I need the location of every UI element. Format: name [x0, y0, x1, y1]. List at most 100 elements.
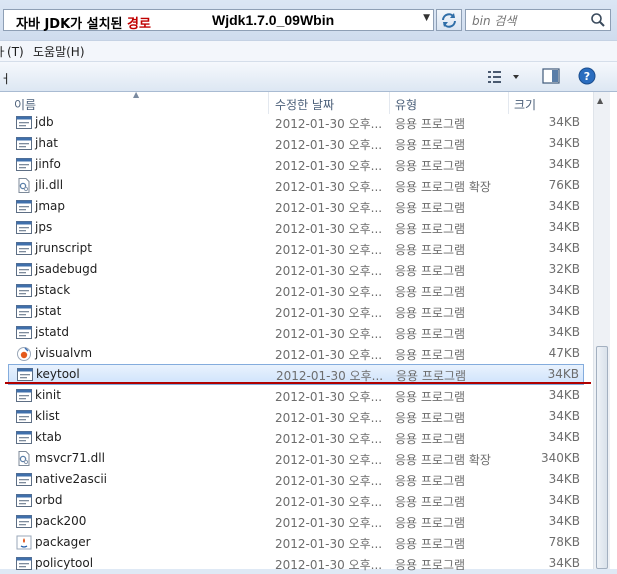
column-header: ▲ 이름 수정한 날짜 유형 크기 — [0, 90, 593, 114]
file-size: 34KB — [548, 472, 580, 486]
file-row[interactable]: klist 2012-01-30 오후... 응용 프로그램 34KB — [0, 406, 593, 427]
exe-icon — [16, 494, 32, 507]
file-name[interactable]: jstat — [35, 304, 61, 318]
file-type: 응용 프로그램 — [395, 327, 466, 341]
file-name[interactable]: jsadebugd — [35, 262, 97, 276]
file-type: 응용 프로그램 — [395, 516, 466, 530]
file-name[interactable]: jli.dll — [35, 178, 63, 192]
file-date: 2012-01-30 오후... — [275, 495, 383, 509]
file-name[interactable]: jvisualvm — [35, 346, 92, 360]
file-date: 2012-01-30 오후... — [275, 201, 383, 215]
column-type[interactable]: 유형 — [395, 96, 417, 113]
file-type: 응용 프로그램 — [395, 432, 466, 446]
refresh-button[interactable] — [436, 9, 462, 31]
file-row[interactable]: jstack 2012-01-30 오후... 응용 프로그램 34KB — [0, 280, 593, 301]
file-name[interactable]: jstatd — [35, 325, 69, 339]
file-row[interactable]: pack200 2012-01-30 오후... 응용 프로그램 34KB — [0, 511, 593, 532]
search-icon[interactable] — [590, 12, 606, 28]
menu-bar: ㅏ(T) 도움말(H) — [0, 40, 617, 62]
file-type: 응용 프로그램 — [395, 285, 466, 299]
exe-icon — [16, 137, 32, 150]
scroll-up-icon[interactable]: ▲ — [597, 96, 603, 105]
file-size: 34KB — [548, 409, 580, 423]
file-row[interactable]: jvisualvm 2012-01-30 오후... 응용 프로그램 47KB — [0, 343, 593, 364]
file-name[interactable]: jmap — [35, 199, 65, 213]
menu-tools[interactable]: ㅏ(T) — [0, 43, 24, 60]
file-size: 34KB — [548, 199, 580, 213]
preview-pane-icon[interactable] — [542, 68, 560, 84]
exe-icon — [16, 284, 32, 297]
file-date: 2012-01-30 오후... — [275, 138, 383, 152]
file-name[interactable]: native2ascii — [35, 472, 107, 486]
file-row[interactable]: kinit 2012-01-30 오후... 응용 프로그램 34KB — [0, 385, 593, 406]
address-bar[interactable]: 자바 JDK가 설치된 경로 Wjdk1.7.0_09Wbin ▼ — [3, 9, 434, 32]
file-row[interactable]: msvcr71.dll 2012-01-30 오후... 응용 프로그램 확장 340… — [0, 448, 593, 469]
file-name[interactable]: packager — [35, 535, 91, 549]
file-size: 47KB — [548, 346, 580, 360]
file-row[interactable]: packager 2012-01-30 오후... 응용 프로그램 78KB — [0, 532, 593, 553]
file-size: 32KB — [548, 262, 580, 276]
address-path[interactable]: Wjdk1.7.0_09Wbin — [212, 12, 334, 28]
file-date: 2012-01-30 오후... — [275, 537, 383, 551]
file-date: 2012-01-30 오후... — [275, 285, 383, 299]
file-size: 34KB — [547, 367, 579, 381]
file-row[interactable]: jstat 2012-01-30 오후... 응용 프로그램 34KB — [0, 301, 593, 322]
search-box[interactable] — [465, 9, 611, 31]
chevron-down-icon[interactable]: ▼ — [423, 13, 430, 23]
file-row[interactable]: native2ascii 2012-01-30 오후... 응용 프로그램 34KB — [0, 469, 593, 490]
vertical-scrollbar[interactable]: ▲ — [593, 92, 610, 569]
file-name[interactable]: kinit — [35, 388, 61, 402]
toolbar-partial-item[interactable]: ㅓ — [0, 70, 11, 87]
file-name[interactable]: policytool — [35, 556, 93, 570]
column-name[interactable]: 이름 — [14, 96, 36, 113]
file-type: 응용 프로그램 — [395, 411, 466, 425]
file-name[interactable]: orbd — [35, 493, 63, 507]
file-name[interactable]: ktab — [35, 430, 62, 444]
exe-icon — [16, 410, 32, 423]
scrollbar-thumb[interactable] — [596, 346, 608, 569]
file-row[interactable]: jinfo 2012-01-30 오후... 응용 프로그램 34KB — [0, 154, 593, 175]
file-name[interactable]: jps — [35, 220, 52, 234]
file-name[interactable]: jstack — [35, 283, 70, 297]
file-row[interactable]: orbd 2012-01-30 오후... 응용 프로그램 34KB — [0, 490, 593, 511]
menu-help[interactable]: 도움말(H) — [33, 43, 85, 60]
exe-icon — [16, 242, 32, 255]
view-options-icon[interactable] — [487, 69, 521, 85]
file-type: 응용 프로그램 — [395, 264, 466, 278]
file-date: 2012-01-30 오후... — [275, 432, 383, 446]
file-type: 응용 프로그램 — [395, 159, 466, 173]
file-date: 2012-01-30 오후... — [275, 348, 383, 362]
file-name[interactable]: jinfo — [35, 157, 61, 171]
file-row[interactable]: jdb 2012-01-30 오후... 응용 프로그램 34KB — [0, 112, 593, 133]
file-row[interactable]: jstatd 2012-01-30 오후... 응용 프로그램 34KB — [0, 322, 593, 343]
file-row[interactable]: jsadebugd 2012-01-30 오후... 응용 프로그램 32KB — [0, 259, 593, 280]
exe-icon — [16, 389, 32, 402]
file-name[interactable]: msvcr71.dll — [35, 451, 105, 465]
file-type: 응용 프로그램 — [395, 390, 466, 404]
column-date-modified[interactable]: 수정한 날짜 — [275, 96, 334, 113]
file-name[interactable]: pack200 — [35, 514, 86, 528]
file-name[interactable]: jdb — [35, 115, 54, 129]
file-date: 2012-01-30 오후... — [275, 159, 383, 173]
file-name[interactable]: klist — [35, 409, 60, 423]
file-row[interactable]: jrunscript 2012-01-30 오후... 응용 프로그램 34KB — [0, 238, 593, 259]
file-row[interactable]: ktab 2012-01-30 오후... 응용 프로그램 34KB — [0, 427, 593, 448]
file-row[interactable]: jps 2012-01-30 오후... 응용 프로그램 34KB — [0, 217, 593, 238]
file-row[interactable]: jli.dll 2012-01-30 오후... 응용 프로그램 확장 76KB — [0, 175, 593, 196]
column-size[interactable]: 크기 — [514, 96, 536, 113]
sort-ascending-icon: ▲ — [133, 90, 140, 99]
file-type: 응용 프로그램 — [395, 138, 466, 152]
jvisualvm-icon — [17, 347, 31, 361]
file-name[interactable]: keytool — [36, 367, 80, 381]
file-size: 34KB — [548, 493, 580, 507]
file-name[interactable]: jhat — [35, 136, 58, 150]
search-input[interactable] — [470, 12, 584, 30]
file-row[interactable]: policytool 2012-01-30 오후... 응용 프로그램 34KB — [0, 553, 593, 574]
file-row[interactable]: jhat 2012-01-30 오후... 응용 프로그램 34KB — [0, 133, 593, 154]
file-row[interactable]: jmap 2012-01-30 오후... 응용 프로그램 34KB — [0, 196, 593, 217]
help-icon[interactable]: ? — [578, 67, 596, 85]
file-name[interactable]: jrunscript — [35, 241, 92, 255]
file-date: 2012-01-30 오후... — [275, 180, 383, 194]
file-size: 34KB — [548, 241, 580, 255]
exe-icon — [16, 263, 32, 276]
